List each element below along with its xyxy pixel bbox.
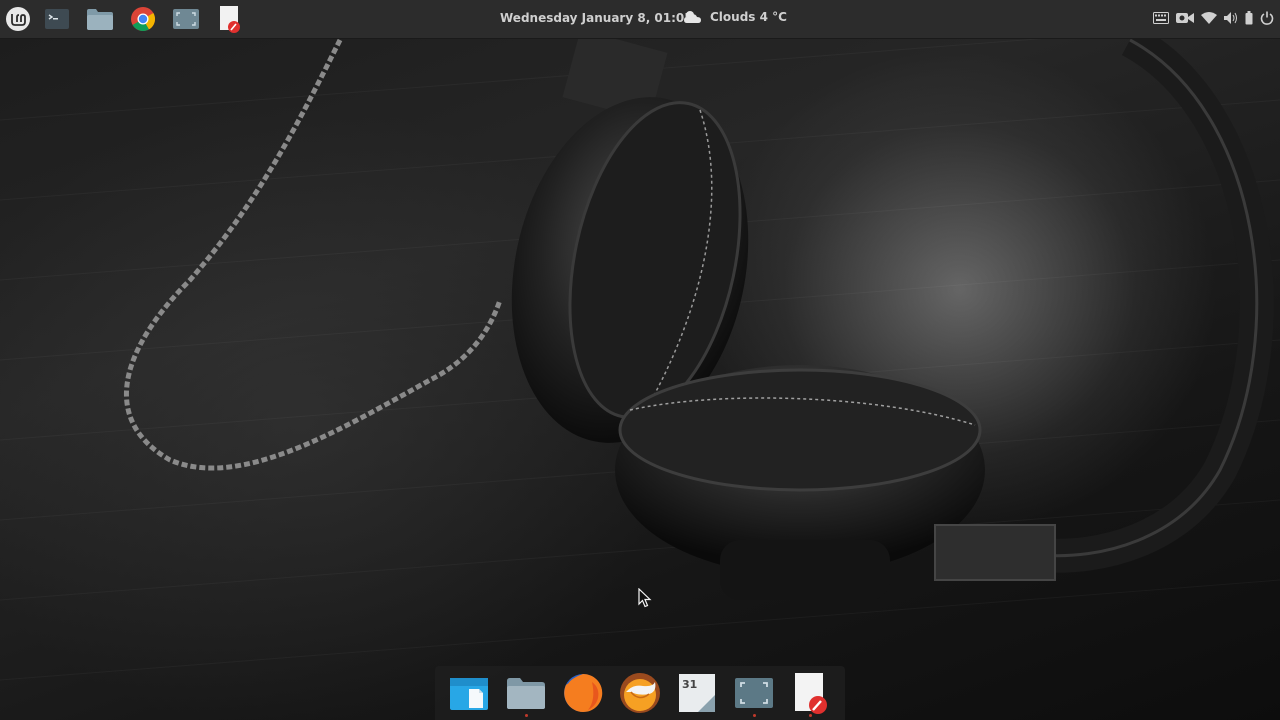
battery-icon[interactable] — [1245, 11, 1253, 25]
dock: 31 — [435, 666, 845, 720]
camera-icon[interactable] — [1176, 12, 1194, 24]
firefox-icon — [564, 673, 603, 712]
text-editor-icon — [220, 6, 240, 33]
dock-item-thunderbird[interactable] — [615, 668, 665, 718]
launcher-text-editor[interactable] — [211, 3, 247, 35]
dock-item-software-manager[interactable] — [444, 668, 494, 718]
store-icon — [450, 678, 489, 710]
running-indicator — [752, 714, 756, 717]
dock-item-screenshot[interactable] — [729, 668, 779, 718]
running-indicator — [809, 714, 813, 717]
launcher-terminal[interactable] — [39, 3, 75, 35]
dock-item-calendar[interactable]: 31 — [672, 668, 722, 718]
desktop[interactable]: Wednesday January 8, 01:05 Clouds 4 °C 3… — [0, 0, 1280, 720]
dock-item-firefox[interactable] — [558, 668, 608, 718]
system-tray — [1153, 11, 1274, 25]
thunderbird-icon — [619, 673, 660, 713]
dock-item-text-editor[interactable] — [785, 668, 835, 718]
weather-text: Clouds 4 °C — [710, 10, 787, 24]
launcher-files[interactable] — [82, 3, 118, 35]
chrome-icon — [131, 7, 156, 32]
calendar-icon: 31 — [678, 674, 715, 712]
text-editor-icon — [795, 673, 828, 714]
terminal-icon — [45, 9, 69, 29]
volume-icon[interactable] — [1224, 12, 1238, 24]
screenshot-icon — [734, 678, 773, 708]
keyboard-icon[interactable] — [1153, 12, 1169, 24]
wifi-icon[interactable] — [1201, 12, 1217, 24]
menu-button[interactable] — [0, 3, 36, 35]
running-indicator — [525, 714, 529, 717]
files-icon — [87, 9, 113, 30]
linux-mint-logo-icon — [6, 7, 30, 31]
launcher-screenshot[interactable] — [168, 3, 204, 35]
screenshot-icon — [173, 9, 199, 29]
power-icon[interactable] — [1260, 11, 1274, 25]
weather-cloud-icon — [684, 11, 701, 23]
folder-icon — [507, 678, 546, 709]
dock-item-files[interactable] — [501, 668, 551, 718]
weather-applet[interactable]: Clouds 4 °C — [684, 9, 787, 25]
mouse-cursor-icon — [638, 588, 652, 608]
calendar-day-label: 31 — [682, 678, 697, 691]
top-panel: Wednesday January 8, 01:05 Clouds 4 °C — [0, 0, 1280, 39]
wallpaper-headphones — [0, 19, 1280, 681]
launcher-chrome[interactable] — [125, 3, 161, 35]
panel-clock[interactable]: Wednesday January 8, 01:05 — [500, 11, 693, 25]
